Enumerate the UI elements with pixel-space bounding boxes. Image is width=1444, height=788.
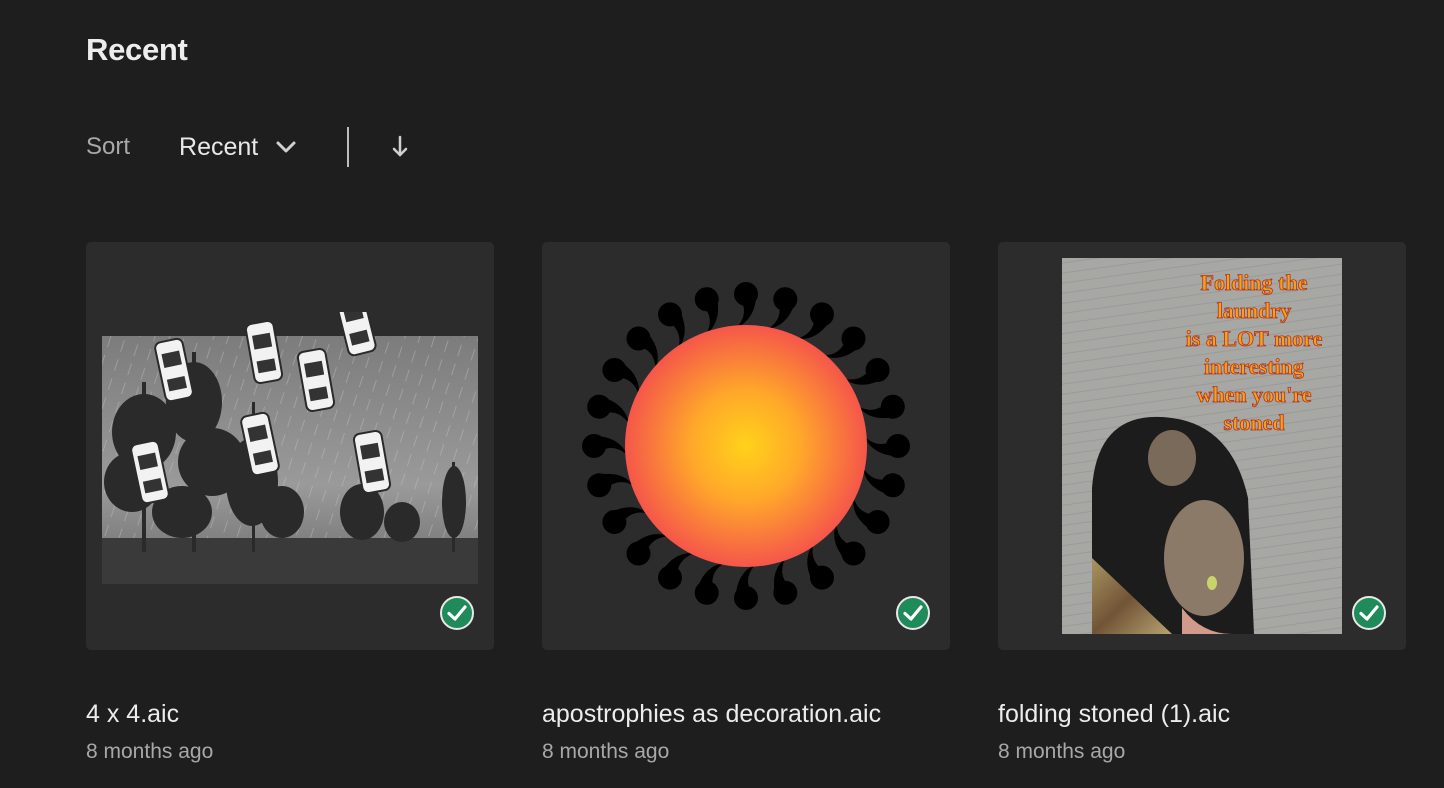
- thumbnail-image-cat-poster: Folding the laundry is a LOT more intere…: [1062, 258, 1342, 634]
- sort-dropdown[interactable]: Recent: [179, 133, 297, 162]
- file-card[interactable]: 4 x 4.aic 8 months ago: [86, 242, 494, 763]
- file-card[interactable]: Folding the laundry is a LOT more intere…: [998, 242, 1406, 763]
- file-thumbnail[interactable]: [542, 242, 950, 650]
- file-modified-date: 8 months ago: [542, 740, 670, 763]
- sort-value: Recent: [179, 132, 259, 161]
- apostrophe-mark: [734, 282, 758, 328]
- file-name[interactable]: folding stoned (1).aic: [998, 700, 1230, 729]
- file-modified-date: 8 months ago: [998, 740, 1126, 763]
- poster-text-line: stoned: [1223, 410, 1284, 435]
- apostrophe-mark: [734, 564, 758, 610]
- thumbnail-image-rain-cars: [102, 312, 478, 584]
- sort-toolbar: Sort Recent: [86, 122, 409, 172]
- file-thumbnail[interactable]: Folding the laundry is a LOT more intere…: [998, 242, 1406, 650]
- chevron-down-icon: [275, 140, 297, 154]
- file-thumbnail[interactable]: [86, 242, 494, 650]
- poster-text-line: interesting: [1204, 354, 1304, 379]
- apostrophe-mark: [582, 434, 628, 458]
- synced-check-icon: [440, 596, 474, 630]
- poster-text-line: is a LOT more: [1186, 326, 1323, 351]
- thumbnail-image-sun-apostrophes: [582, 282, 910, 610]
- toolbar-divider: [347, 127, 350, 167]
- page-title: Recent: [86, 32, 188, 67]
- recent-files-page: Recent Sort Recent 4 x 4.aic 8 months ag…: [0, 0, 1444, 788]
- sort-direction-button[interactable]: [391, 135, 409, 159]
- file-card[interactable]: apostrophies as decoration.aic 8 months …: [542, 242, 950, 763]
- poster-text-line: laundry: [1217, 298, 1292, 323]
- sort-label: Sort: [86, 133, 131, 160]
- arrow-down-icon: [392, 135, 408, 157]
- file-modified-date: 8 months ago: [86, 740, 214, 763]
- synced-check-icon: [896, 596, 930, 630]
- file-name[interactable]: 4 x 4.aic: [86, 700, 179, 729]
- apostrophe-mark: [864, 434, 910, 458]
- poster-text-line: Folding the: [1201, 270, 1308, 295]
- synced-check-icon: [1352, 596, 1386, 630]
- file-name[interactable]: apostrophies as decoration.aic: [542, 700, 881, 729]
- poster-text-line: when you're: [1196, 382, 1311, 407]
